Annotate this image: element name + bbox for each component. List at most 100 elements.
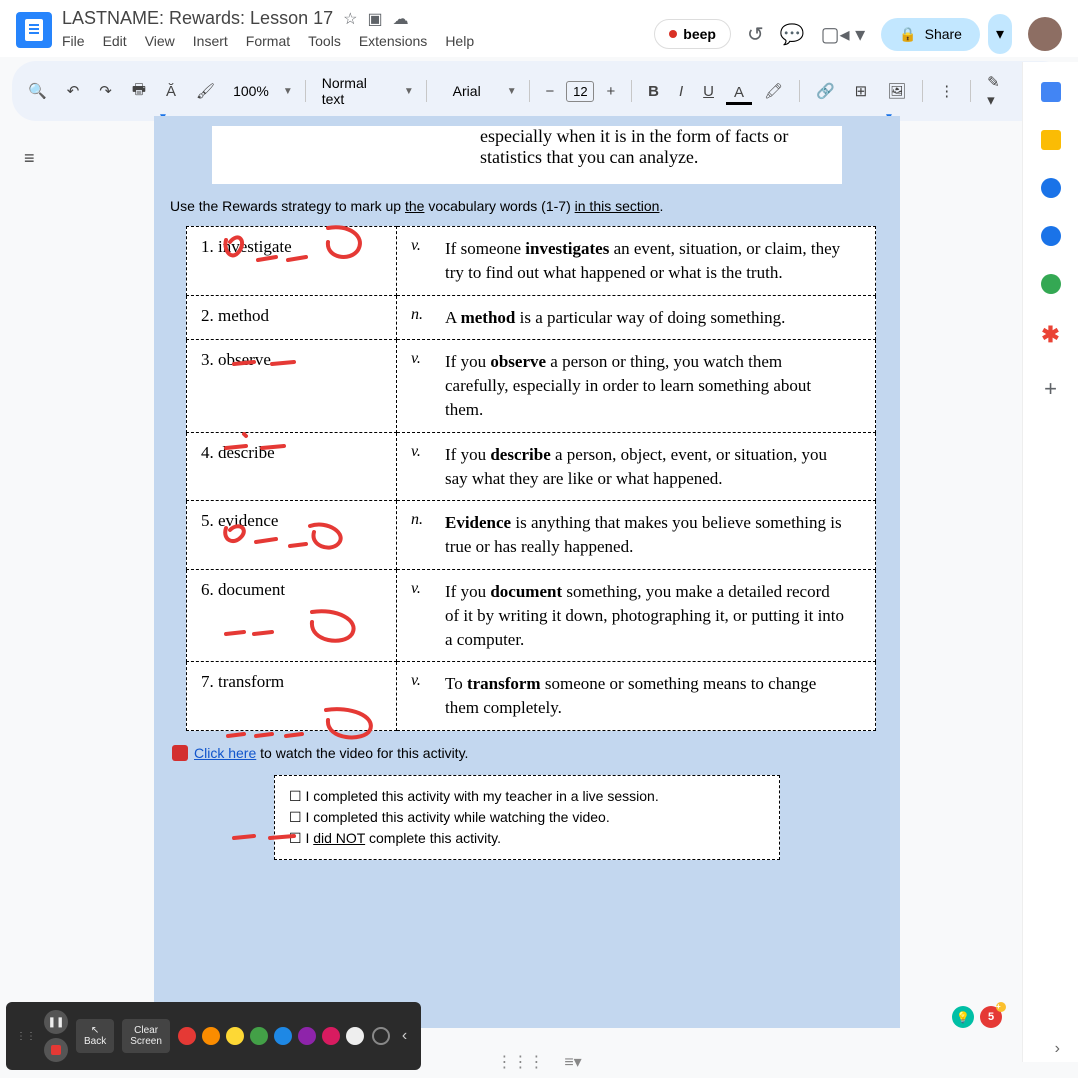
definition-cell: v.If you document something, you make a …: [397, 569, 876, 661]
page: especially when it is in the form of fac…: [154, 116, 900, 1028]
definition-cell: n.A method is a particular way of doing …: [397, 295, 876, 340]
star-icon[interactable]: ☆: [343, 9, 357, 29]
redo-icon[interactable]: ↷: [91, 76, 120, 106]
menu-view[interactable]: View: [145, 33, 175, 49]
color-swatch[interactable]: [202, 1027, 220, 1045]
expand-side-panel-icon[interactable]: ›: [1055, 1040, 1060, 1058]
stop-record-button[interactable]: [44, 1038, 68, 1062]
history-icon[interactable]: ↺: [747, 22, 764, 47]
share-dropdown[interactable]: ▾: [988, 14, 1012, 54]
color-swatch[interactable]: [346, 1027, 364, 1045]
badge-count[interactable]: 5+: [980, 1006, 1002, 1028]
drag-handle-icon[interactable]: ⋮⋮: [16, 1031, 36, 1042]
search-icon[interactable]: 🔍: [20, 76, 55, 106]
spellcheck-icon[interactable]: Ă: [158, 77, 184, 106]
color-swatch[interactable]: [250, 1027, 268, 1045]
color-empty[interactable]: [372, 1027, 390, 1045]
color-palette: [178, 1027, 364, 1045]
maps-icon[interactable]: [1041, 274, 1061, 294]
badge-hint[interactable]: 💡: [952, 1006, 974, 1028]
definition-cell: v.If you describe a person, object, even…: [397, 432, 876, 501]
link-icon[interactable]: 🔗: [808, 76, 843, 106]
meet-icon[interactable]: ▢◂ ▾: [821, 22, 866, 47]
italic-icon[interactable]: I: [671, 77, 691, 106]
beep-button[interactable]: beep: [654, 19, 731, 49]
calendar-icon[interactable]: [1041, 82, 1061, 102]
comments-icon[interactable]: 💬: [780, 22, 805, 47]
definition-cell: v.If you observe a person or thing, you …: [397, 340, 876, 432]
addon-icon[interactable]: ✱: [1041, 322, 1059, 348]
recording-toolbar: ⋮⋮ ❚❚ ↖Back ClearScreen ‹: [6, 1002, 421, 1070]
menu-edit[interactable]: Edit: [103, 33, 127, 49]
highlight-icon[interactable]: 🖍: [756, 76, 791, 106]
contacts-icon[interactable]: [1041, 226, 1061, 246]
color-swatch[interactable]: [226, 1027, 244, 1045]
explore-grid-icon[interactable]: ⋮⋮⋮: [496, 1052, 544, 1072]
menu-tools[interactable]: Tools: [308, 33, 341, 49]
outline-toggle-icon[interactable]: ≡: [24, 148, 35, 169]
vocab-row: 3. observev.If you observe a person or t…: [187, 340, 876, 432]
instruction-text: Use the Rewards strategy to mark up the …: [170, 198, 884, 214]
collapse-recorder-icon[interactable]: ‹: [398, 1027, 411, 1045]
text-color-icon[interactable]: A: [726, 78, 752, 105]
decrease-font-icon[interactable]: −: [538, 77, 563, 106]
menu-insert[interactable]: Insert: [193, 33, 228, 49]
vocab-row: 7. transformv.To transform someone or so…: [187, 662, 876, 731]
tasks-icon[interactable]: [1041, 178, 1061, 198]
menu-file[interactable]: File: [62, 33, 85, 49]
underline-icon[interactable]: U: [695, 77, 722, 106]
word-cell: 1. investigate: [187, 227, 397, 296]
word-cell: 7. transform: [187, 662, 397, 731]
insert-image-icon[interactable]: 🖼: [879, 76, 914, 106]
add-comment-icon[interactable]: ⊞: [847, 76, 876, 106]
move-icon[interactable]: ▣: [367, 9, 382, 29]
account-avatar[interactable]: [1028, 17, 1062, 51]
doc-title[interactable]: LASTNAME: Rewards: Lesson 17: [62, 8, 333, 29]
get-addons-icon[interactable]: +: [1044, 376, 1057, 402]
toolbar: 🔍 ↶ ↷ 🖶 Ă 🖌 100%▼ Normal text▼ Arial▼ − …: [12, 61, 1066, 121]
zoom-select[interactable]: 100%: [227, 83, 275, 99]
share-button[interactable]: 🔒 Share: [881, 18, 980, 51]
cloud-icon[interactable]: ☁: [393, 9, 409, 29]
explore-filter-icon[interactable]: ≡▾: [564, 1052, 581, 1072]
color-swatch[interactable]: [274, 1027, 292, 1045]
vocab-row: 2. methodn.A method is a particular way …: [187, 295, 876, 340]
font-size-input[interactable]: 12: [566, 81, 594, 102]
vocab-table: 1. investigatev.If someone investigates …: [186, 226, 876, 731]
menu-extensions[interactable]: Extensions: [359, 33, 427, 49]
font-select[interactable]: Arial: [435, 83, 499, 99]
style-select[interactable]: Normal text: [314, 75, 396, 107]
side-panel: ✱ +: [1022, 62, 1078, 1062]
undo-icon[interactable]: ↶: [59, 76, 88, 106]
increase-font-icon[interactable]: +: [598, 77, 623, 106]
color-swatch[interactable]: [298, 1027, 316, 1045]
video-link[interactable]: Click here: [194, 745, 256, 761]
editing-mode-icon[interactable]: ✎ ▾: [979, 67, 1017, 115]
definition-cell: v.If someone investigates an event, situ…: [397, 227, 876, 296]
word-cell: 2. method: [187, 295, 397, 340]
vocab-row: 4. describev.If you describe a person, o…: [187, 432, 876, 501]
docs-logo[interactable]: [16, 12, 52, 48]
pause-button[interactable]: ❚❚: [44, 1010, 68, 1034]
print-icon[interactable]: 🖶: [124, 73, 154, 110]
vocab-row: 1. investigatev.If someone investigates …: [187, 227, 876, 296]
word-cell: 6. document: [187, 569, 397, 661]
top-definition-box: especially when it is in the form of fac…: [212, 126, 842, 184]
paint-format-icon[interactable]: 🖌: [188, 76, 223, 106]
more-icon[interactable]: ⋮: [931, 76, 962, 106]
color-swatch[interactable]: [178, 1027, 196, 1045]
explore-bar[interactable]: ⋮⋮⋮ ≡▾: [490, 1046, 587, 1078]
document-canvas[interactable]: especially when it is in the form of fac…: [58, 116, 1008, 1028]
menu-bar: File Edit View Insert Format Tools Exten…: [62, 29, 654, 57]
keep-icon[interactable]: [1041, 130, 1061, 150]
clear-screen-button[interactable]: ClearScreen: [122, 1019, 170, 1053]
color-swatch[interactable]: [322, 1027, 340, 1045]
pointer-tool[interactable]: ↖Back: [76, 1019, 114, 1053]
completion-checklist: ☐ I completed this activity with my teac…: [274, 775, 780, 860]
menu-format[interactable]: Format: [246, 33, 290, 49]
menu-help[interactable]: Help: [445, 33, 474, 49]
video-link-row: Click here to watch the video for this a…: [172, 745, 882, 761]
bold-icon[interactable]: B: [640, 77, 667, 106]
definition-cell: n.Evidence is anything that makes you be…: [397, 501, 876, 570]
vocab-row: 5. evidencen.Evidence is anything that m…: [187, 501, 876, 570]
